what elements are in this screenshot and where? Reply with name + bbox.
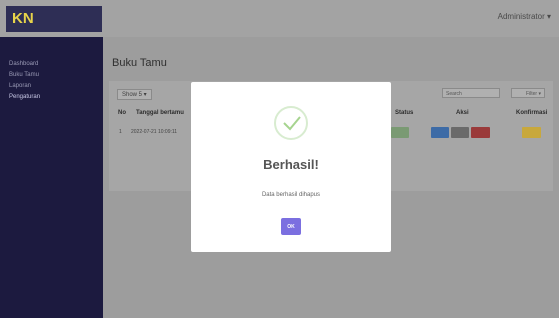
dialog-title: Berhasil! bbox=[263, 157, 319, 172]
dialog-message: Data berhasil dihapus bbox=[261, 192, 321, 198]
ok-button[interactable]: OK bbox=[281, 218, 301, 235]
success-check-icon bbox=[274, 106, 308, 140]
success-dialog: Berhasil! Data berhasil dihapus OK bbox=[191, 82, 391, 252]
modal-overlay: Berhasil! Data berhasil dihapus OK bbox=[0, 0, 559, 318]
